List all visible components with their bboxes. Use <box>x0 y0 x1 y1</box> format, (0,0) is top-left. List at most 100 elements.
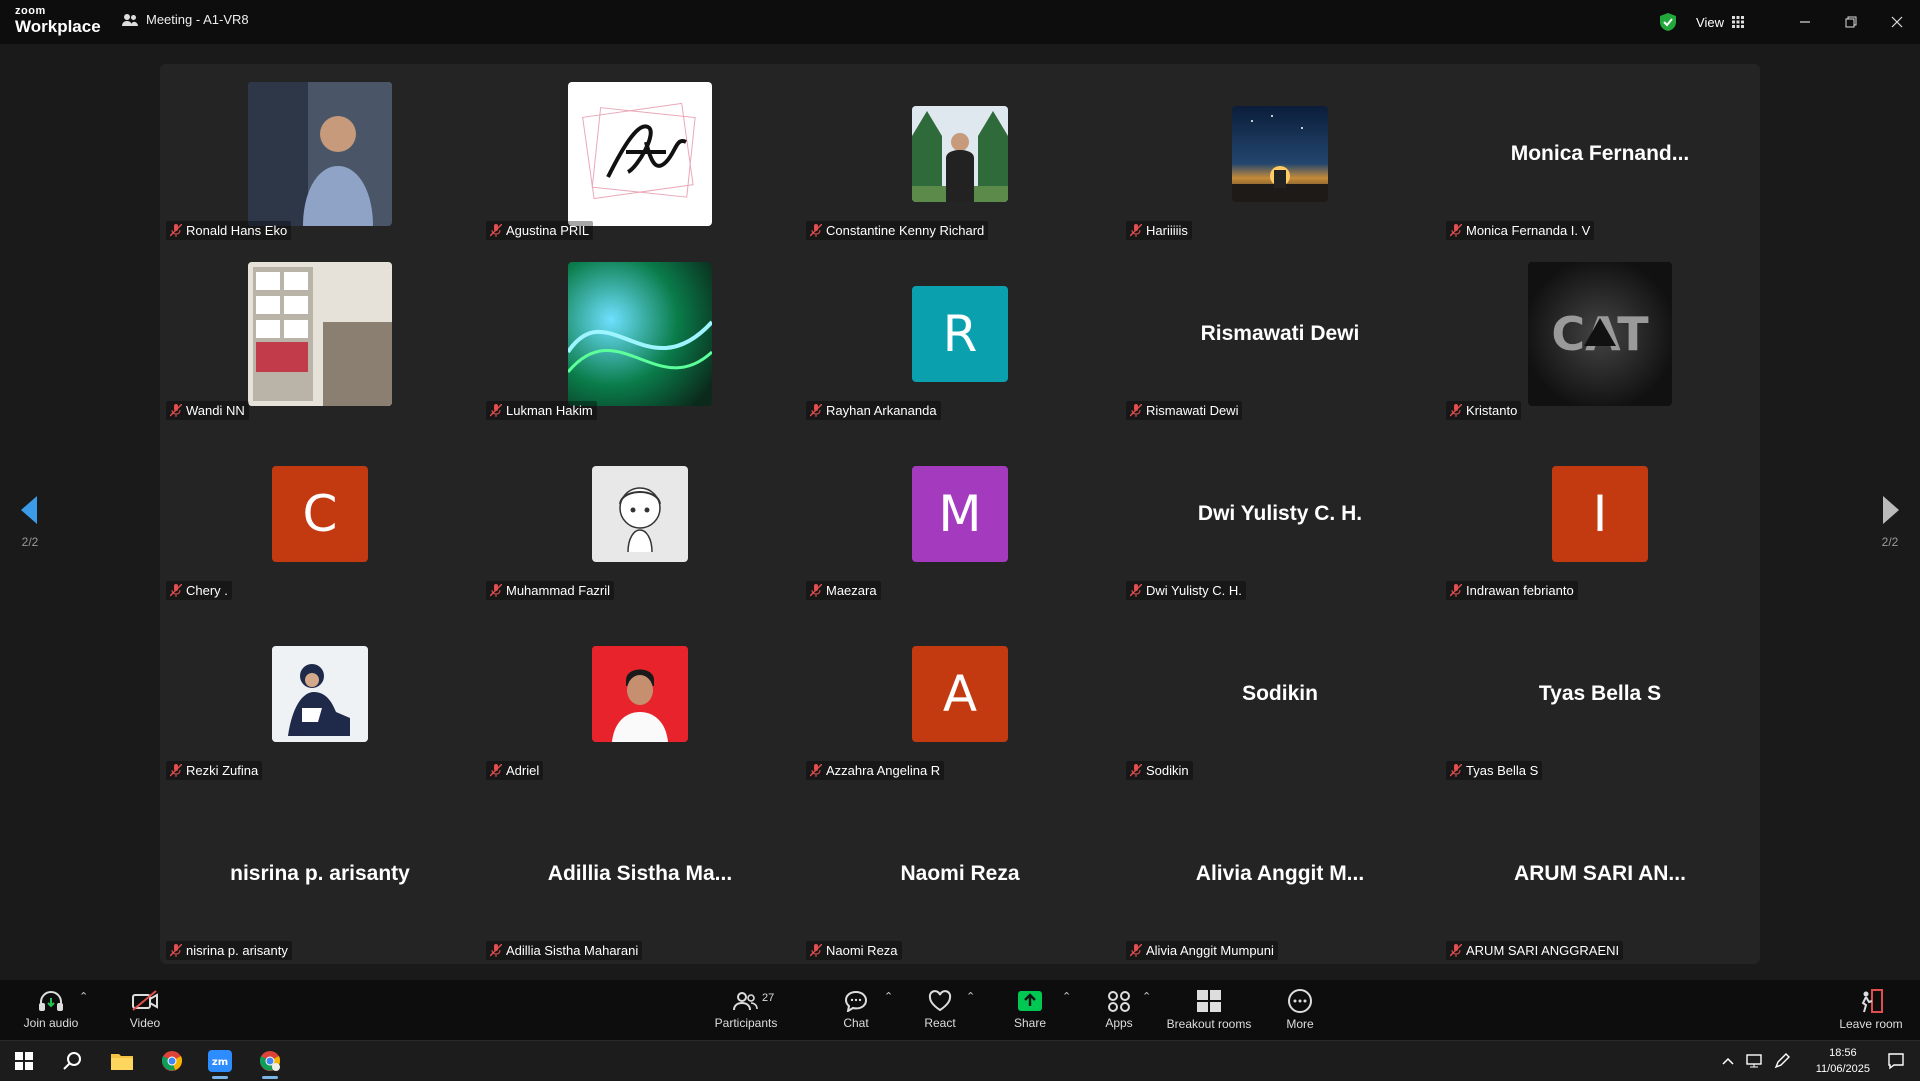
show-hidden-icons-button[interactable] <box>1716 1041 1740 1081</box>
notification-center-button[interactable] <box>1872 1041 1920 1081</box>
more-button[interactable]: More <box>1280 980 1320 1040</box>
next-page-button[interactable]: 2/2 <box>1870 496 1910 549</box>
participant-name: Indrawan febrianto <box>1466 583 1574 598</box>
participants-count-badge: 27 <box>762 992 775 1004</box>
participant-tile[interactable]: Tyas Bella S Tyas Bella S <box>1440 604 1760 784</box>
notification-icon <box>1888 1053 1904 1070</box>
taskbar-chrome-profile[interactable] <box>246 1041 294 1081</box>
chevron-left-icon <box>21 496 37 524</box>
participant-tile[interactable]: Lukman Hakim <box>480 244 800 424</box>
share-button[interactable]: Share <box>1010 980 1050 1040</box>
network-status[interactable] <box>1740 1041 1768 1081</box>
grid-view-icon <box>1732 16 1744 28</box>
night-sky-image-icon <box>1232 115 1328 202</box>
apps-options-caret[interactable]: ⌃ <box>1142 990 1151 1003</box>
chat-button[interactable]: Chat <box>836 980 876 1040</box>
os-taskbar: zm 18:56 11/06/2025 <box>0 1040 1920 1080</box>
participant-tile[interactable]: Adriel <box>480 604 800 784</box>
participant-tile[interactable]: Sodikin Sodikin <box>1120 604 1440 784</box>
react-options-caret[interactable]: ⌃ <box>966 990 975 1003</box>
participant-tile[interactable]: Wandi NN <box>160 244 480 424</box>
participant-tile[interactable]: Agustina PRIL <box>480 64 800 244</box>
video-label: Video <box>129 1016 161 1030</box>
restore-button[interactable] <box>1828 0 1874 44</box>
participant-tile[interactable]: R Rayhan Arkananda <box>800 244 1120 424</box>
name-tag: Rezki Zufina <box>166 761 263 780</box>
muted-mic-icon <box>490 224 502 237</box>
muted-mic-icon <box>1450 404 1462 417</box>
participant-tile[interactable]: Hariiiiis <box>1120 64 1440 244</box>
participant-tile[interactable]: ARUM SARI AN... ARUM SARI ANGGRAENI <box>1440 784 1760 964</box>
participant-tile[interactable]: Dwi Yulisty C. H. Dwi Yulisty C. H. <box>1120 424 1440 604</box>
pen-menu[interactable] <box>1768 1041 1796 1081</box>
participant-tile[interactable]: Alivia Anggit M... Alivia Anggit Mumpuni <box>1120 784 1440 964</box>
breakout-rooms-button[interactable]: Breakout rooms <box>1164 980 1254 1040</box>
participant-name: Hariiiiis <box>1146 223 1188 238</box>
video-button[interactable]: Video <box>122 980 168 1040</box>
taskbar-zoom[interactable]: zm <box>196 1041 244 1081</box>
encryption-shield-icon[interactable] <box>1660 13 1677 31</box>
name-tag: Rayhan Arkananda <box>806 401 941 420</box>
muted-mic-icon <box>1130 764 1142 777</box>
taskbar-chrome[interactable] <box>148 1041 196 1081</box>
participant-name: ARUM SARI ANGGRAENI <box>1466 943 1620 958</box>
muted-mic-icon <box>1450 944 1462 957</box>
chat-label: Chat <box>843 1016 869 1030</box>
react-button[interactable]: React <box>920 980 960 1040</box>
audio-options-caret[interactable]: ⌃ <box>79 990 88 1003</box>
chrome-icon <box>259 1051 281 1071</box>
name-tag: Alivia Anggit Mumpuni <box>1126 941 1278 960</box>
person-photo-icon <box>592 646 688 742</box>
muted-mic-icon <box>1130 224 1142 237</box>
participant-tile[interactable]: Constantine Kenny Richard <box>800 64 1120 244</box>
cartoon-avatar-icon <box>619 487 661 553</box>
participant-tile[interactable]: Adillia Sistha Ma... Adillia Sistha Maha… <box>480 784 800 964</box>
minimize-button[interactable] <box>1782 0 1828 44</box>
participant-tile[interactable]: Muhammad Fazril <box>480 424 800 604</box>
chevron-right-icon <box>1883 496 1899 524</box>
participant-tile[interactable]: Monica Fernand... Monica Fernanda I. V <box>1440 64 1760 244</box>
system-clock[interactable]: 18:56 11/06/2025 <box>1816 1045 1870 1077</box>
meeting-info[interactable]: Meeting - A1-VR8 <box>122 12 249 27</box>
participant-display-name: ARUM SARI AN... <box>1514 862 1686 885</box>
share-options-caret[interactable]: ⌃ <box>1062 990 1071 1003</box>
participant-display-name: Dwi Yulisty C. H. <box>1197 502 1363 525</box>
participant-tile[interactable]: Rezki Zufina <box>160 604 480 784</box>
leave-room-button[interactable]: Leave room <box>1836 980 1906 1040</box>
participant-tile[interactable]: nisrina p. arisanty nisrina p. arisanty <box>160 784 480 964</box>
svg-text:zm: zm <box>212 1057 228 1068</box>
name-tag: Monica Fernanda I. V <box>1446 221 1595 240</box>
taskbar-file-explorer[interactable] <box>98 1041 146 1081</box>
search-button[interactable] <box>48 1041 96 1081</box>
participant-tile[interactable]: Ronald Hans Eko <box>160 64 480 244</box>
participant-tile[interactable]: C Chery . <box>160 424 480 604</box>
participant-display-name: nisrina p. arisanty <box>230 862 410 885</box>
view-button[interactable]: View <box>1696 15 1744 30</box>
chat-options-caret[interactable]: ⌃ <box>884 990 893 1003</box>
participant-name: Ronald Hans Eko <box>186 223 288 238</box>
participant-tile[interactable]: I Indrawan febrianto <box>1440 424 1760 604</box>
participant-tile[interactable]: Naomi Reza Naomi Reza <box>800 784 1120 964</box>
muted-mic-icon <box>490 944 502 957</box>
join-audio-button[interactable]: Join audio <box>18 980 84 1040</box>
close-button[interactable] <box>1874 0 1920 44</box>
participants-button[interactable]: Participants <box>713 980 779 1040</box>
participant-name: Chery . <box>186 583 228 598</box>
muted-mic-icon <box>170 764 182 777</box>
participant-name: Adillia Sistha Maharani <box>506 943 639 958</box>
apps-label: Apps <box>1105 1016 1133 1030</box>
participant-photo <box>568 262 712 406</box>
name-tag: Kristanto <box>1446 401 1522 420</box>
participant-name: Kristanto <box>1466 403 1518 418</box>
participant-tile[interactable]: A Azzahra Angelina R <box>800 604 1120 784</box>
prev-page-button[interactable]: 2/2 <box>10 496 50 549</box>
participant-name: Alivia Anggit Mumpuni <box>1146 943 1274 958</box>
start-button[interactable] <box>0 1041 48 1081</box>
initial-avatar: A <box>912 646 1008 742</box>
participant-tile[interactable]: Rismawati Dewi Rismawati Dewi <box>1120 244 1440 424</box>
name-tag: Muhammad Fazril <box>486 581 615 600</box>
apps-button[interactable]: Apps <box>1100 980 1138 1040</box>
participant-tile[interactable]: CAT Kristanto <box>1440 244 1760 424</box>
muted-mic-icon <box>170 224 182 237</box>
participant-tile[interactable]: M Maezara <box>800 424 1120 604</box>
